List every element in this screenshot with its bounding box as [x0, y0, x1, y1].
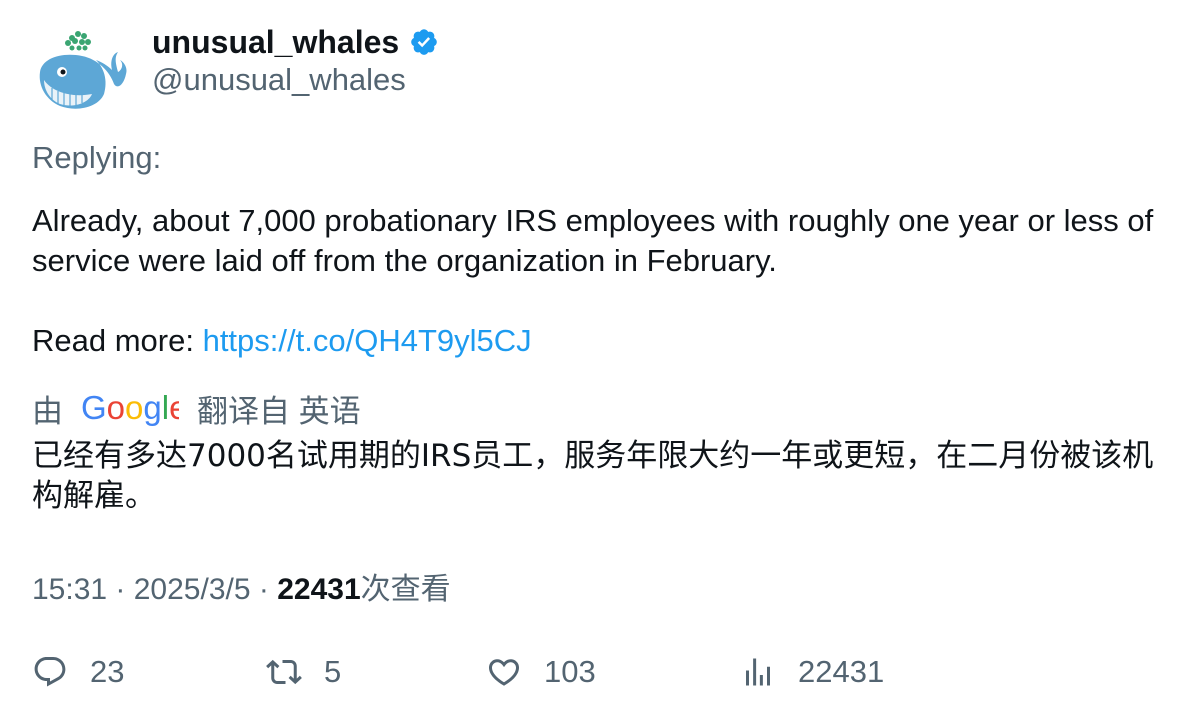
translated-text: 已经有多达7000名试用期的IRS员工，服务年限大约一年或更短，在二月份被该机构…	[32, 438, 1154, 514]
views-button[interactable]: 22431	[740, 648, 884, 696]
tweet-meta: 15:31 · 2025/3/5 · 22431次查看	[32, 564, 451, 608]
reply-count: 23	[90, 654, 125, 689]
read-more-line: Read more: https://t.co/QH4T9yl5CJ	[32, 321, 1172, 361]
retweet-count: 5	[324, 654, 342, 689]
views-count: 22431	[277, 573, 361, 606]
translation-attribution: 由 Google 翻译自 英语	[32, 386, 361, 430]
retweet-icon	[266, 659, 302, 685]
like-button[interactable]: 103	[486, 648, 596, 696]
google-logo: Google	[81, 390, 179, 426]
like-count: 103	[544, 654, 596, 689]
tweet-text: Already, about 7,000 probationary IRS em…	[32, 203, 1154, 278]
tweet-body: Already, about 7,000 probationary IRS em…	[32, 201, 1172, 361]
meta-separator: ·	[250, 573, 278, 606]
tweet-time[interactable]: 15:31	[32, 573, 107, 606]
avatar[interactable]	[32, 24, 128, 120]
meta-separator: ·	[107, 573, 134, 606]
replying-label: Replying:	[32, 140, 162, 175]
read-more-label: Read more:	[32, 323, 203, 358]
retweet-button[interactable]: 5	[266, 648, 341, 696]
action-bar: 23 5 103 22431	[32, 648, 1172, 696]
views-icon	[746, 658, 770, 686]
google-logo-icon: Google	[81, 390, 179, 426]
tweet-date[interactable]: 2025/3/5	[134, 573, 251, 606]
translation-suffix: 翻译自 英语	[197, 393, 361, 429]
author-name-row[interactable]: unusual_whales	[152, 22, 439, 62]
whale-avatar-icon	[39, 31, 127, 109]
reply-button[interactable]: 23	[32, 648, 124, 696]
views-action-count: 22431	[798, 654, 885, 689]
translation-prefix: 由	[32, 393, 63, 429]
display-name[interactable]: unusual_whales	[152, 24, 399, 61]
author-handle[interactable]: @unusual_whales	[152, 62, 406, 98]
views-label: 次查看	[360, 573, 451, 606]
svg-text:Google: Google	[81, 390, 179, 426]
reply-icon	[34, 657, 66, 687]
like-icon	[488, 659, 520, 686]
tweet-link[interactable]: https://t.co/QH4T9yl5CJ	[203, 323, 532, 358]
verified-badge-icon	[411, 29, 437, 55]
